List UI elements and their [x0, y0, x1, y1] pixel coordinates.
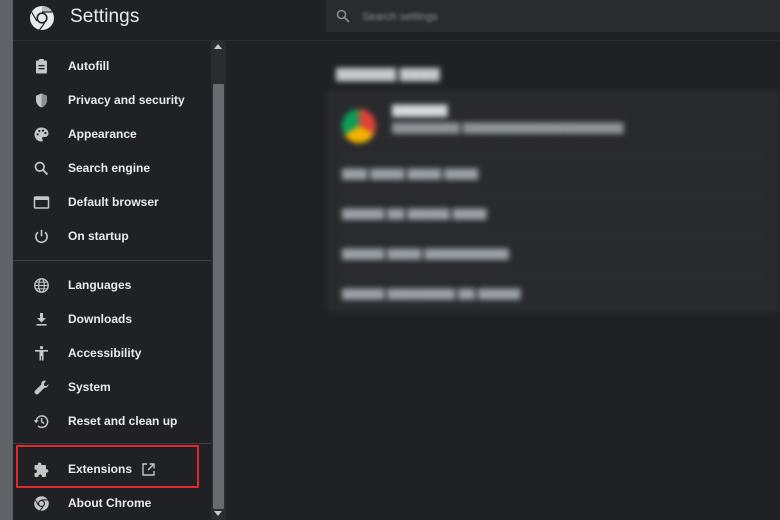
sidebar-item-label: Privacy and security — [68, 93, 185, 107]
sidebar: Autofill Privacy and security Appearance… — [13, 41, 211, 520]
card-name: ▇▇▇▇▇▇ — [392, 103, 448, 117]
card-divider — [342, 235, 762, 236]
card-row-4: ▇▇▇▇▇ ▇▇▇▇▇▇▇▇ ▇▇ ▇▇▇▇▇ — [342, 288, 521, 300]
main-content: ▇▇▇▇▇▇ ▇▇▇▇ ▇▇▇▇▇▇ ▇▇▇▇▇▇▇▇ ▇▇▇▇▇▇▇▇▇▇▇▇… — [226, 41, 780, 520]
search-icon — [33, 160, 50, 177]
sidebar-item-label: Search engine — [68, 161, 151, 175]
sidebar-item-label: Autofill — [68, 59, 110, 73]
sidebar-divider — [13, 260, 211, 261]
card-divider — [342, 275, 762, 276]
card-row-2: ▇▇▇▇▇ ▇▇ ▇▇▇▇▇ ▇▇▇▇ — [342, 208, 487, 220]
sidebar-item-reset[interactable]: Reset and clean up — [13, 405, 211, 437]
sidebar-item-label: Reset and clean up — [68, 414, 178, 428]
card-row-3: ▇▇▇▇▇ ▇▇▇▇ ▇▇▇▇▇▇▇▇▇▇ — [342, 248, 509, 260]
sidebar-item-privacy[interactable]: Privacy and security — [13, 84, 211, 116]
chrome-logo-icon — [30, 5, 54, 31]
sidebar-item-downloads[interactable]: Downloads — [13, 303, 211, 335]
sidebar-item-label: Default browser — [68, 195, 159, 209]
download-icon — [33, 311, 50, 328]
sidebar-item-system[interactable]: System — [13, 371, 211, 403]
sidebar-item-search-engine[interactable]: Search engine — [13, 152, 211, 184]
sidebar-item-label: Accessibility — [68, 346, 142, 360]
sidebar-item-label: Appearance — [68, 127, 137, 141]
sidebar-item-label: Downloads — [68, 312, 133, 326]
sidebar-item-appearance[interactable]: Appearance — [13, 118, 211, 150]
page-title: Settings — [70, 6, 140, 27]
sidebar-item-default-browser[interactable]: Default browser — [13, 186, 211, 218]
card-divider — [342, 195, 762, 196]
highlight-box — [16, 445, 199, 488]
sidebar-divider — [13, 443, 211, 444]
search-input[interactable] — [360, 4, 744, 30]
clipboard-icon — [33, 58, 50, 75]
card-version: ▇▇▇▇▇▇▇▇ ▇▇▇▇▇▇▇▇▇▇▇▇▇▇▇▇▇▇▇ — [392, 122, 624, 134]
sidebar-item-label: Languages — [68, 278, 132, 292]
chrome-icon — [33, 495, 50, 512]
card-divider — [342, 155, 762, 156]
search-box[interactable] — [326, 0, 780, 32]
chrome-logo-icon — [342, 109, 376, 143]
sidebar-item-on-startup[interactable]: On startup — [13, 220, 211, 252]
sidebar-item-autofill[interactable]: Autofill — [13, 50, 211, 82]
header: Settings — [13, 0, 780, 41]
scroll-down-arrow-icon[interactable] — [214, 511, 222, 516]
sidebar-item-about-chrome[interactable]: About Chrome — [13, 487, 211, 519]
history-reset-icon — [33, 413, 50, 430]
wrench-icon — [33, 379, 50, 396]
section-title: ▇▇▇▇▇▇ ▇▇▇▇ — [336, 66, 440, 81]
globe-icon — [33, 277, 50, 294]
shield-icon — [33, 92, 50, 109]
sidebar-item-languages[interactable]: Languages — [13, 269, 211, 301]
card-row-1: ▇▇▇ ▇▇▇▇ ▇▇▇▇ ▇▇▇▇ — [342, 168, 479, 180]
about-card: ▇▇▇▇▇▇ ▇▇▇▇▇▇▇▇ ▇▇▇▇▇▇▇▇▇▇▇▇▇▇▇▇▇▇▇ ▇▇▇ … — [326, 89, 780, 313]
power-icon — [33, 228, 50, 245]
scrollbar-thumb[interactable] — [213, 84, 224, 509]
palette-icon — [33, 126, 50, 143]
sidebar-item-label: System — [68, 380, 111, 394]
sidebar-scrollbar[interactable] — [211, 41, 226, 520]
settings-window: Settings Autofill Privacy and security — [13, 0, 780, 520]
scroll-up-arrow-icon[interactable] — [214, 44, 222, 49]
sidebar-item-accessibility[interactable]: Accessibility — [13, 337, 211, 369]
blurred-content: ▇▇▇▇▇▇ ▇▇▇▇ ▇▇▇▇▇▇ ▇▇▇▇▇▇▇▇ ▇▇▇▇▇▇▇▇▇▇▇▇… — [226, 41, 780, 520]
sidebar-item-label: About Chrome — [68, 496, 152, 510]
accessibility-icon — [33, 345, 50, 362]
browser-window-icon — [33, 194, 50, 211]
search-icon — [336, 9, 350, 23]
sidebar-item-label: On startup — [68, 229, 129, 243]
